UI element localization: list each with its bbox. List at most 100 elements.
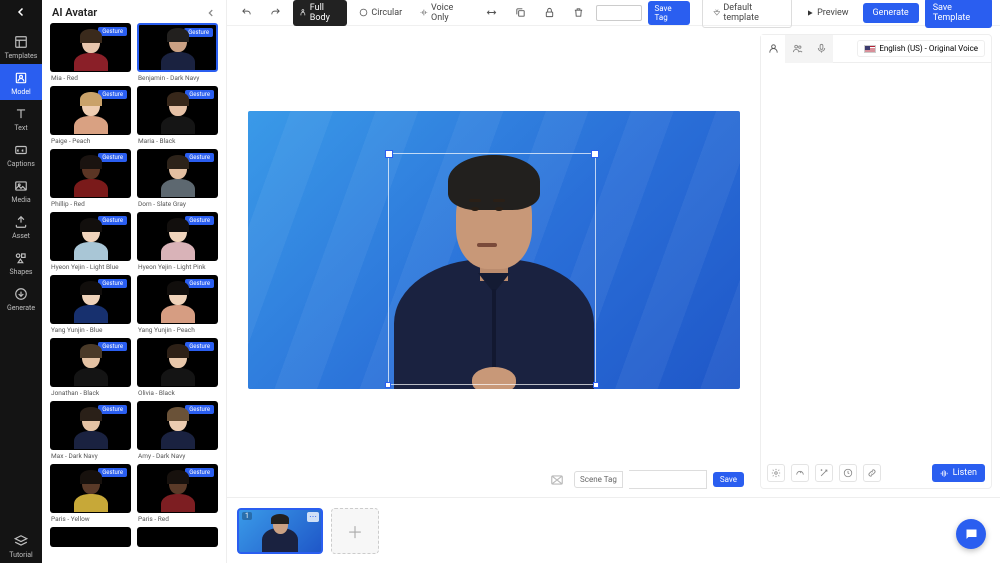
undo-button[interactable] (235, 4, 258, 21)
rp-link-icon[interactable] (863, 464, 881, 482)
selection-box[interactable] (388, 153, 596, 385)
canvas-area: Scene Tag Save (227, 26, 760, 497)
timeline: 1 ⋯ ＋ (227, 497, 1000, 563)
avatar-card[interactable]: Gesture (50, 401, 131, 450)
save-tag-button[interactable]: Save Tag (648, 1, 690, 25)
rail-label: Model (11, 88, 30, 96)
default-template-button[interactable]: Default template (702, 0, 793, 28)
rail-label: Templates (5, 52, 38, 60)
model-icon (13, 70, 29, 86)
rp-history-icon[interactable] (839, 464, 857, 482)
avatar-card[interactable]: Gesture (137, 275, 218, 324)
rail-asset[interactable]: Asset (0, 208, 42, 244)
rail-captions[interactable]: Captions (0, 136, 42, 172)
default-template-label: Default template (723, 3, 781, 23)
tutorial-icon (13, 533, 29, 549)
tag-input[interactable] (596, 5, 642, 21)
language-selector[interactable]: English (US) - Original Voice (857, 40, 985, 57)
rail-label: Captions (7, 160, 35, 168)
tab-people[interactable] (785, 35, 809, 63)
rail-templates[interactable]: Templates (0, 28, 42, 64)
main-area: Full Body Circular Voice Only Save Tag D… (227, 0, 1000, 563)
media-icon (13, 178, 29, 194)
delete-icon[interactable] (567, 4, 590, 21)
avatar-card[interactable] (50, 527, 131, 547)
avatar-caption: Maria - Black (137, 135, 218, 145)
lock-icon[interactable] (538, 4, 561, 21)
avatar-card[interactable]: Gesture (50, 338, 131, 387)
avatar-caption: Jonathan - Black (50, 387, 131, 397)
tab-mic[interactable] (809, 35, 833, 63)
avatar-card[interactable]: Gesture (137, 149, 218, 198)
avatar-card[interactable]: Gesture (137, 338, 218, 387)
avatar-card[interactable]: Gesture (50, 86, 131, 135)
left-rail: Templates Model Text Captions Media Asset Shap… (0, 0, 42, 563)
rail-tutorial[interactable]: Tutorial (0, 527, 42, 563)
save-template-button[interactable]: Save Template (925, 0, 992, 28)
avatar-caption: Yang Yunjin - Blue (50, 324, 131, 334)
voice-only-label: Voice Only (431, 3, 468, 23)
text-icon (13, 106, 29, 122)
rail-text[interactable]: Text (0, 100, 42, 136)
back-button[interactable] (15, 6, 27, 18)
circular-button[interactable]: Circular (353, 5, 408, 21)
rail-media[interactable]: Media (0, 172, 42, 208)
rail-label: Asset (12, 232, 30, 240)
tab-person[interactable] (761, 35, 785, 63)
avatar-card[interactable]: Gesture (50, 212, 131, 261)
avatar-card[interactable]: Gesture (50, 149, 131, 198)
avatar-card[interactable]: Gesture (137, 464, 218, 513)
avatar-grid: GestureMia - RedGestureBenjamin - Dark N… (42, 23, 226, 563)
rail-label: Shapes (9, 268, 32, 276)
preview-button[interactable]: Preview (798, 4, 856, 22)
scene-save-button[interactable]: Save (713, 472, 744, 487)
rail-label: Tutorial (9, 551, 33, 559)
avatar-card[interactable]: Gesture (137, 23, 218, 72)
generate-button[interactable]: Generate (863, 3, 919, 23)
language-label: English (US) - Original Voice (879, 44, 978, 53)
shapes-icon (13, 250, 29, 266)
avatar-card[interactable]: Gesture (50, 275, 131, 324)
rail-shapes[interactable]: Shapes (0, 244, 42, 280)
chat-fab[interactable] (956, 519, 986, 549)
avatar-card[interactable]: Gesture (137, 86, 218, 135)
rp-speed-icon[interactable] (791, 464, 809, 482)
rp-wand-icon[interactable] (815, 464, 833, 482)
scene-tag-input[interactable] (629, 470, 707, 489)
canvas[interactable] (248, 111, 740, 389)
rail-label: Media (11, 196, 30, 204)
avatar-card[interactable]: Gesture (50, 23, 131, 72)
avatar-card[interactable]: Gesture (50, 464, 131, 513)
avatar-caption: Paris - Yellow (50, 513, 131, 523)
copy-icon[interactable] (509, 4, 532, 21)
rp-settings-icon[interactable] (767, 464, 785, 482)
avatar-caption: Phillip - Red (50, 198, 131, 208)
captions-icon (13, 142, 29, 158)
top-toolbar: Full Body Circular Voice Only Save Tag D… (227, 0, 1000, 26)
swap-icon[interactable] (480, 4, 503, 21)
avatar-card[interactable]: Gesture (137, 212, 218, 261)
timeline-scene[interactable]: 1 ⋯ (237, 508, 323, 554)
avatar-card[interactable]: Gesture (137, 401, 218, 450)
asset-icon (13, 214, 29, 230)
script-editor[interactable] (761, 63, 991, 458)
rail-generate[interactable]: Generate (0, 280, 42, 316)
avatar-caption: Yang Yunjin - Peach (137, 324, 218, 334)
scene-menu-icon[interactable]: ⋯ (307, 512, 319, 522)
rail-model[interactable]: Model (0, 64, 42, 100)
avatar-caption: Hyeon Yejin - Light Pink (137, 261, 218, 271)
listen-label: Listen (953, 468, 977, 478)
avatar-card[interactable] (137, 527, 218, 547)
voice-only-button[interactable]: Voice Only (414, 0, 473, 26)
collapse-panel-icon[interactable] (206, 8, 216, 18)
full-body-button[interactable]: Full Body (293, 0, 347, 26)
rail-label: Text (14, 124, 27, 132)
avatar-caption: Olivia - Black (137, 387, 218, 397)
redo-button[interactable] (264, 4, 287, 21)
avatar-caption: Max - Dark Navy (50, 450, 131, 460)
circular-label: Circular (371, 8, 402, 18)
add-scene-button[interactable]: ＋ (331, 508, 379, 554)
avatar-caption: Mia - Red (50, 72, 131, 82)
listen-button[interactable]: Listen (932, 464, 985, 482)
scene-settings-icon[interactable] (550, 473, 564, 487)
